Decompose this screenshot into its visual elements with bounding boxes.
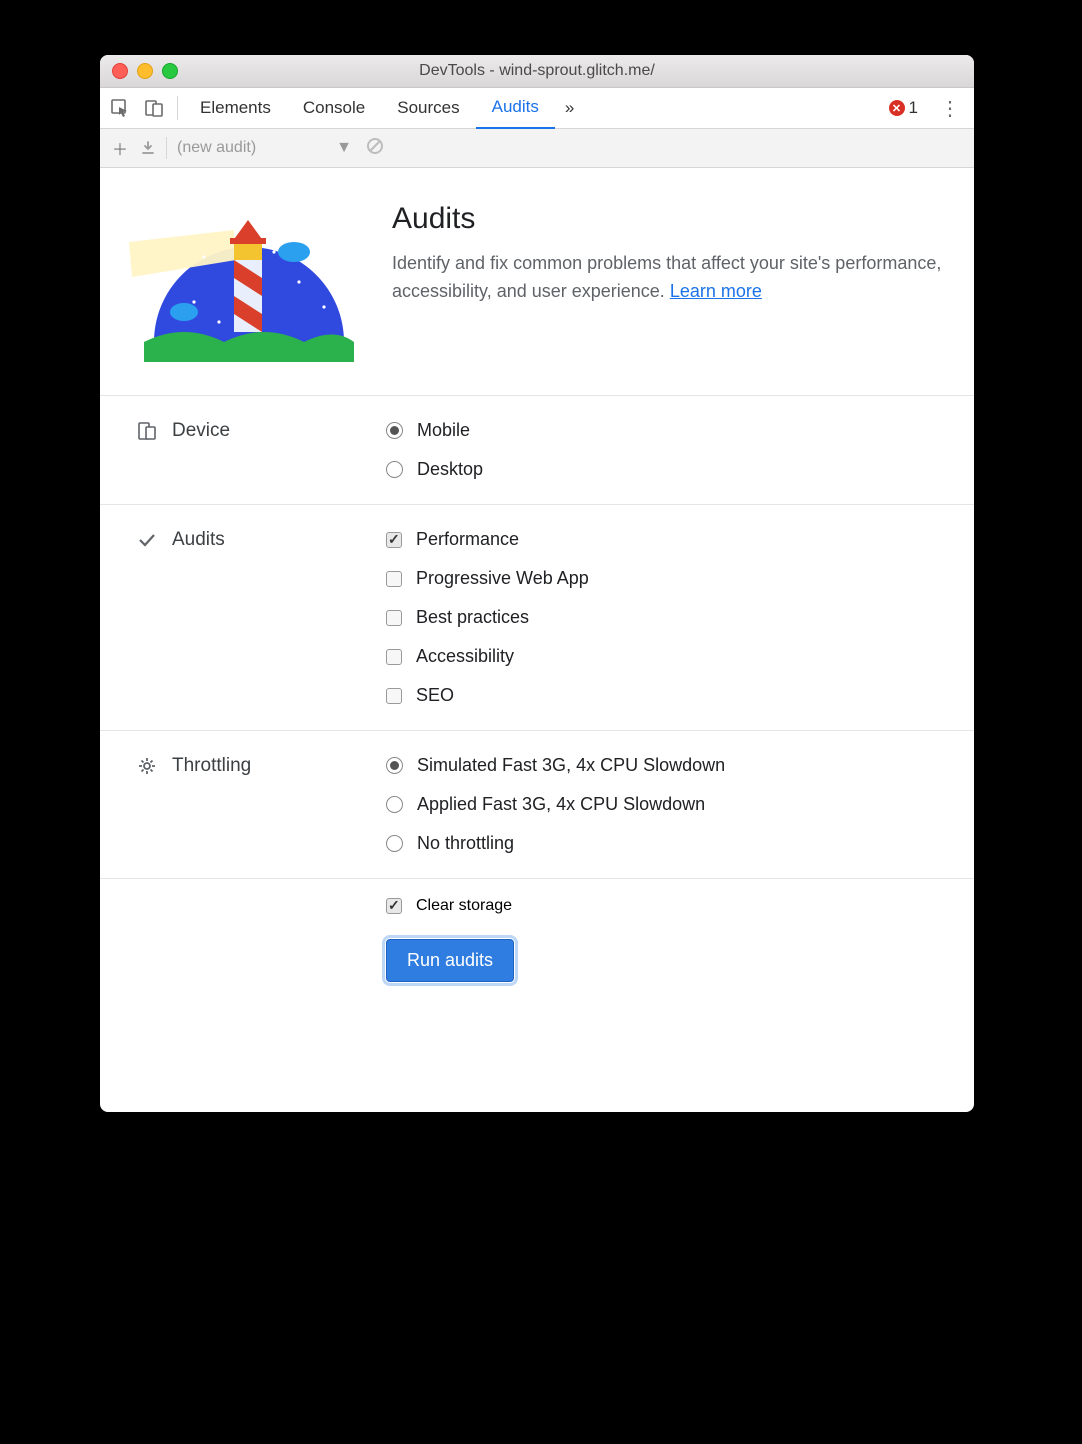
- run-audits-button[interactable]: Run audits: [386, 939, 514, 982]
- gear-icon: [136, 756, 158, 776]
- tab-audits[interactable]: Audits: [476, 87, 555, 130]
- device-icon: [136, 421, 158, 441]
- window-titlebar: DevTools - wind-sprout.glitch.me/: [100, 55, 974, 88]
- radio-applied[interactable]: [386, 796, 403, 813]
- error-counter[interactable]: ✕ 1: [889, 98, 918, 118]
- panel-title: Audits: [392, 202, 950, 236]
- panel-description: Identify and fix common problems that af…: [392, 250, 950, 306]
- new-audit-icon[interactable]: ＋: [106, 136, 134, 160]
- section-label-audits: Audits: [172, 529, 225, 551]
- cb-performance[interactable]: [386, 532, 402, 548]
- devtools-tabbar: Elements Console Sources Audits » ✕ 1 ⋮: [100, 88, 974, 129]
- cb-accessibility[interactable]: [386, 649, 402, 665]
- error-count: 1: [909, 98, 918, 118]
- devtools-menu-icon[interactable]: ⋮: [926, 96, 974, 121]
- device-toolbar-icon[interactable]: [142, 98, 166, 118]
- window-zoom-button[interactable]: [162, 63, 178, 79]
- cb-best-practices[interactable]: [386, 610, 402, 626]
- clear-audits-icon[interactable]: [366, 137, 384, 160]
- dropdown-triangle-icon: ▼: [336, 139, 352, 157]
- window-title: DevTools - wind-sprout.glitch.me/: [100, 62, 974, 80]
- tabs-overflow-icon[interactable]: »: [555, 98, 584, 118]
- radio-simulated[interactable]: [386, 757, 403, 774]
- audit-option-best-practices[interactable]: Best practices: [386, 607, 950, 628]
- radio-desktop[interactable]: [386, 461, 403, 478]
- throttling-option-applied[interactable]: Applied Fast 3G, 4x CPU Slowdown: [386, 794, 950, 815]
- audits-toolbar: ＋ (new audit) ▼: [100, 129, 974, 168]
- window-minimize-button[interactable]: [137, 63, 153, 79]
- section-label-throttling: Throttling: [172, 755, 251, 777]
- cb-clear-storage[interactable]: [386, 898, 402, 914]
- throttling-option-simulated[interactable]: Simulated Fast 3G, 4x CPU Slowdown: [386, 755, 950, 776]
- error-icon: ✕: [889, 100, 905, 116]
- audit-option-performance[interactable]: Performance: [386, 529, 950, 550]
- tab-label: Sources: [397, 98, 459, 118]
- cb-seo[interactable]: [386, 688, 402, 704]
- audits-panel: Audits Identify and fix common problems …: [100, 168, 974, 1112]
- audit-option-pwa[interactable]: Progressive Web App: [386, 568, 950, 589]
- learn-more-link[interactable]: Learn more: [670, 281, 762, 301]
- section-label-device: Device: [172, 420, 230, 442]
- checkmark-icon: [136, 530, 158, 550]
- throttling-option-none[interactable]: No throttling: [386, 833, 950, 854]
- clear-storage-option[interactable]: Clear storage: [386, 897, 950, 915]
- tab-label: Audits: [492, 97, 539, 117]
- audit-option-seo[interactable]: SEO: [386, 685, 950, 706]
- lighthouse-illustration: [124, 202, 364, 367]
- device-option-mobile[interactable]: Mobile: [386, 420, 950, 441]
- audit-selector[interactable]: (new audit) ▼: [171, 139, 352, 157]
- window-close-button[interactable]: [112, 63, 128, 79]
- download-report-icon[interactable]: [134, 140, 162, 156]
- device-option-desktop[interactable]: Desktop: [386, 459, 950, 480]
- audit-selector-label: (new audit): [177, 139, 256, 157]
- inspect-element-icon[interactable]: [108, 98, 132, 118]
- tab-label: Elements: [200, 98, 271, 118]
- radio-mobile[interactable]: [386, 422, 403, 439]
- cb-pwa[interactable]: [386, 571, 402, 587]
- radio-no-throttling[interactable]: [386, 835, 403, 852]
- tab-console[interactable]: Console: [287, 88, 381, 128]
- devtools-window: DevTools - wind-sprout.glitch.me/ Elemen…: [100, 55, 974, 1112]
- tab-elements[interactable]: Elements: [184, 88, 287, 128]
- tab-label: Console: [303, 98, 365, 118]
- tab-sources[interactable]: Sources: [381, 88, 475, 128]
- audit-option-accessibility[interactable]: Accessibility: [386, 646, 950, 667]
